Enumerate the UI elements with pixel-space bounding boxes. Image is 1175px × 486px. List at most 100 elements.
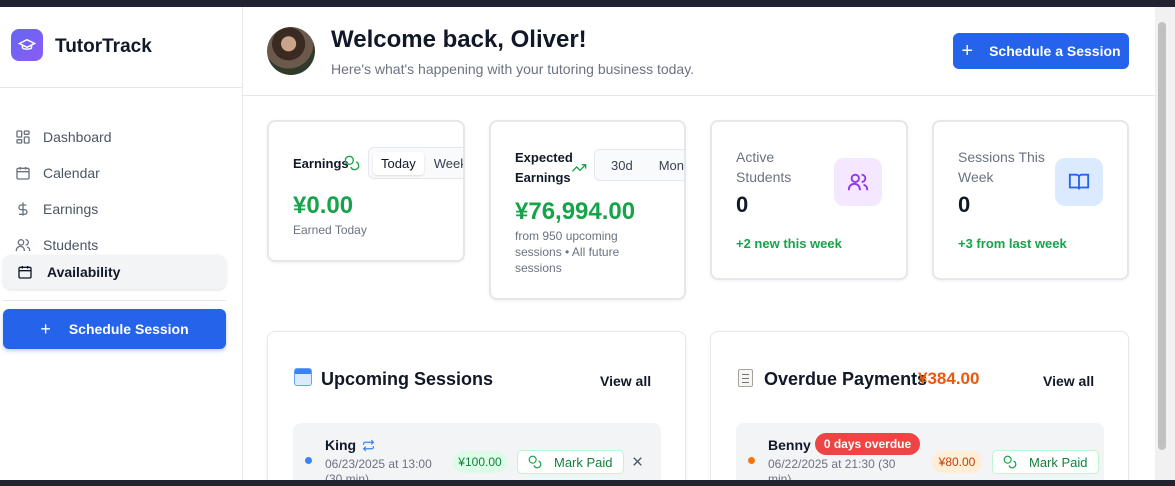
calendar-icon <box>294 368 312 386</box>
schedule-session-button[interactable]: + Schedule Session <box>3 309 226 349</box>
mark-paid-button[interactable]: Mark Paid <box>517 450 624 474</box>
price-badge: ¥100.00 <box>453 451 507 473</box>
dollar-icon <box>18 202 28 216</box>
repeat-icon <box>362 439 375 452</box>
book-open-icon <box>1055 158 1103 206</box>
tab-week[interactable]: Week <box>426 152 463 175</box>
student-name: King <box>325 437 357 453</box>
title-line: Earnings <box>515 170 571 185</box>
upcoming-view-all-link[interactable]: View all <box>600 373 651 389</box>
price-badge: ¥80.00 <box>932 451 982 473</box>
expected-earnings-value: ¥76,994.00 <box>515 198 636 225</box>
plus-icon: + <box>961 39 974 62</box>
student-name: Benny <box>768 437 811 453</box>
status-dot <box>305 457 312 464</box>
caption-line: sessions <box>515 261 562 275</box>
sessions-week-note: +3 from last week <box>958 236 1067 251</box>
sidebar-item-dashboard[interactable]: Dashboard <box>3 120 226 154</box>
title-line: Sessions This <box>958 149 1045 165</box>
caption-line: from 950 upcoming <box>515 229 618 243</box>
page-header: Welcome back, Oliver! Here's what's happ… <box>243 7 1155 96</box>
expected-earnings-title: Expected Earnings <box>515 148 573 188</box>
trending-up-icon <box>571 164 587 172</box>
schedule-a-session-button[interactable]: + Schedule a Session <box>953 33 1129 69</box>
sessions-week-value: 0 <box>958 192 971 217</box>
sidebar: TutorTrack Dashboard Calendar Earnings S… <box>0 7 243 480</box>
sidebar-item-label: Students <box>43 237 99 253</box>
app-name: TutorTrack <box>55 36 152 57</box>
upcoming-sessions-panel: Upcoming Sessions View all King 06/23/20… <box>267 331 686 480</box>
earnings-title: Earnings <box>293 156 349 171</box>
title-line: Week <box>958 169 994 185</box>
receipt-icon <box>738 369 753 387</box>
coins-icon <box>344 155 360 171</box>
window-top-edge <box>0 0 1175 7</box>
upcoming-sessions-title: Upcoming Sessions <box>321 369 494 389</box>
expected-earnings-caption: from 950 upcoming sessions • All future … <box>515 228 619 276</box>
dashboard-icon <box>16 130 30 144</box>
active-students-title: Active Students <box>736 147 791 187</box>
sidebar-divider <box>3 300 226 301</box>
sidebar-item-label: Availability <box>47 264 121 280</box>
tab-today[interactable]: Today <box>373 151 424 175</box>
avatar[interactable] <box>267 27 315 75</box>
window-bottom-edge <box>0 480 1175 486</box>
meta-line: min) <box>768 472 792 480</box>
schedule-session-label: Schedule Session <box>68 321 189 337</box>
title-line: Active <box>736 149 775 165</box>
sessions-week-title: Sessions This Week <box>958 147 1045 187</box>
tab-month[interactable]: Month <box>647 154 684 177</box>
app-window: TutorTrack Dashboard Calendar Earnings S… <box>0 7 1155 480</box>
session-datetime: 06/22/2025 at 21:30 (30 min) <box>768 457 895 480</box>
plus-icon: + <box>40 318 51 339</box>
active-students-card: Active Students 0 +2 new this week <box>710 120 908 280</box>
overdue-total: ¥384.00 <box>918 369 980 388</box>
earnings-period-tabs: Today Week Mo <box>368 147 463 179</box>
scrollbar-thumb[interactable] <box>1158 22 1166 450</box>
session-datetime: 06/23/2025 at 13:00 (30 min) <box>325 457 432 480</box>
close-icon[interactable] <box>631 455 644 468</box>
list-item[interactable]: Benny 0 days overdue 06/22/2025 at 21:30… <box>736 423 1104 480</box>
list-item[interactable]: King 06/23/2025 at 13:00 (30 min) ¥100.0… <box>293 423 661 480</box>
sidebar-item-availability[interactable]: Availability <box>3 255 226 289</box>
expected-period-tabs: 30d Month <box>594 149 684 181</box>
mark-paid-label: Mark Paid <box>1029 454 1088 470</box>
mark-paid-button[interactable]: Mark Paid <box>992 450 1099 474</box>
page-subtitle: Here's what's happening with your tutori… <box>331 61 695 77</box>
status-dot <box>748 457 755 464</box>
meta-line: 06/23/2025 at 13:00 <box>325 457 432 471</box>
graduation-cap-icon <box>11 29 43 61</box>
earnings-caption: Earned Today <box>293 223 367 237</box>
overdue-payments-title: Overdue Payments <box>764 369 928 389</box>
sidebar-item-label: Calendar <box>43 165 100 181</box>
sidebar-item-label: Dashboard <box>43 129 112 145</box>
title-line: Expected <box>515 150 573 165</box>
overdue-view-all-link[interactable]: View all <box>1043 373 1094 389</box>
page-title: Welcome back, Oliver! <box>331 26 587 53</box>
sessions-week-card: Sessions This Week 0 +3 from last week <box>932 120 1129 280</box>
coins-icon <box>1003 455 1017 469</box>
overdue-badge: 0 days overdue <box>815 433 920 455</box>
title-line: Students <box>736 169 792 185</box>
brand: TutorTrack <box>0 7 242 88</box>
tab-30d[interactable]: 30d <box>599 154 645 177</box>
expected-earnings-card: Expected Earnings 30d Month ¥76,994.00 f… <box>489 120 686 300</box>
sidebar-item-earnings[interactable]: Earnings <box>3 192 226 226</box>
users-icon <box>15 239 31 251</box>
active-students-value: 0 <box>736 192 749 217</box>
mark-paid-label: Mark Paid <box>554 454 613 470</box>
earnings-value: ¥0.00 <box>293 192 354 219</box>
sidebar-item-calendar[interactable]: Calendar <box>3 156 226 190</box>
meta-line: (30 min) <box>325 472 370 480</box>
meta-line: 06/22/2025 at 21:30 (30 <box>768 457 896 471</box>
caption-line: sessions • All future <box>515 245 620 259</box>
schedule-a-session-label: Schedule a Session <box>989 43 1121 59</box>
users-icon <box>834 158 882 206</box>
sidebar-item-label: Earnings <box>43 201 99 217</box>
active-students-note: +2 new this week <box>736 236 842 251</box>
coins-icon <box>528 455 542 469</box>
earnings-card: Earnings Today Week Mo ¥0.00 Earned Toda… <box>267 120 465 262</box>
calendar-icon <box>16 167 30 180</box>
calendar-icon <box>18 266 32 279</box>
overdue-payments-panel: Overdue Payments ¥384.00 View all Benny … <box>710 331 1129 480</box>
